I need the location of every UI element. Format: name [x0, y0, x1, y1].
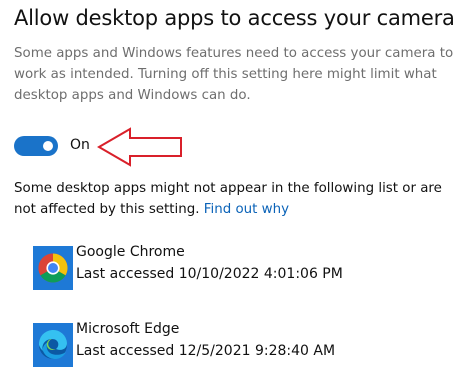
camera-access-toggle[interactable]	[14, 136, 58, 156]
page-title: Allow desktop apps to access your camera	[14, 6, 455, 30]
find-out-why-link[interactable]: Find out why	[204, 202, 289, 217]
page-description: Some apps and Windows features need to a…	[14, 46, 454, 103]
app-last-accessed: Last accessed 10/10/2022 4:01:06 PM	[76, 266, 343, 282]
app-name: Google Chrome	[76, 244, 185, 260]
app-last-accessed: Last accessed 12/5/2021 9:28:40 AM	[76, 343, 336, 359]
app-item-microsoft-edge: Microsoft Edge Last accessed 12/5/2021 9…	[33, 321, 453, 369]
chrome-icon	[33, 246, 73, 290]
toggle-state-label: On	[70, 137, 90, 153]
app-item-google-chrome: Google Chrome Last accessed 10/10/2022 4…	[33, 244, 453, 292]
edge-icon	[33, 323, 73, 367]
toggle-knob	[43, 141, 53, 151]
red-arrow-icon	[97, 127, 182, 167]
app-name: Microsoft Edge	[76, 321, 180, 337]
list-disclaimer: Some desktop apps might not appear in th…	[14, 178, 464, 220]
